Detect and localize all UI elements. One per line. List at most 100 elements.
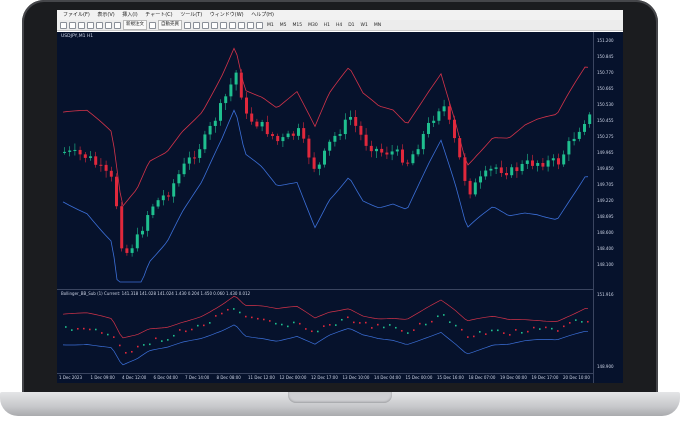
sub-marker	[587, 320, 589, 323]
horizontal-line-icon[interactable]	[211, 21, 218, 29]
candle-body	[333, 135, 337, 142]
candle-body	[551, 158, 555, 161]
candle-body	[83, 154, 87, 158]
candle-body	[286, 133, 290, 138]
candle-body	[494, 167, 498, 169]
candle-body	[307, 138, 311, 158]
menu-view[interactable]: 表示(V)	[97, 10, 114, 20]
navigator-icon[interactable]	[96, 21, 103, 29]
vertical-line-icon[interactable]	[202, 21, 209, 29]
candle-body	[489, 168, 493, 171]
market-watch-icon[interactable]	[78, 21, 85, 29]
subwindow-separator[interactable]	[57, 289, 593, 290]
timeframe-h1[interactable]: H1	[322, 23, 332, 28]
chart-symbol-caption: USDJPY,M1 H1	[61, 34, 94, 39]
sub-marker	[557, 330, 559, 332]
candle-body	[213, 120, 217, 126]
candle-body	[323, 150, 326, 165]
sub-marker	[203, 324, 205, 327]
price-label: 149.705	[597, 182, 614, 187]
metaeditor-icon[interactable]	[149, 21, 156, 29]
trendline-icon[interactable]	[220, 21, 227, 29]
sub-marker	[155, 337, 157, 340]
sub-marker	[329, 324, 331, 326]
menu-window[interactable]: ウィンドウ(W)	[210, 10, 244, 20]
sub-marker	[215, 315, 217, 317]
sub-marker	[383, 326, 385, 329]
auto-trade-button[interactable]: 自動売買	[158, 20, 182, 30]
sub-marker	[515, 329, 517, 331]
candle-body	[447, 106, 451, 120]
sub-marker	[449, 321, 451, 323]
candle-body	[364, 134, 368, 146]
candle-body	[63, 151, 66, 153]
timeframe-mn[interactable]: MN	[372, 23, 383, 28]
menu-chart[interactable]: チャート(C)	[145, 10, 172, 20]
channel-icon[interactable]	[229, 21, 236, 29]
sub-marker	[503, 332, 505, 334]
sub-marker	[395, 326, 397, 329]
timeframe-m5[interactable]: M5	[278, 23, 289, 28]
timeframe-h4[interactable]: H4	[334, 23, 344, 28]
sub-upper-band-line	[62, 295, 589, 339]
sub-marker	[263, 318, 265, 321]
candle-body	[187, 157, 191, 164]
price-label: 150.530	[597, 102, 614, 107]
sub-price-label: 148.900	[597, 364, 614, 369]
price-label: 148.695	[597, 214, 614, 219]
sub-marker	[209, 322, 211, 324]
candle-body	[291, 133, 295, 136]
text-icon[interactable]	[247, 21, 254, 29]
price-label: 148.100	[597, 262, 614, 267]
sub-marker	[323, 325, 325, 327]
tester-icon[interactable]	[114, 21, 121, 29]
time-label: 4 Dec 12:00	[122, 375, 147, 380]
sub-marker	[335, 324, 337, 326]
candle-body	[198, 149, 202, 158]
time-label: 12 Dec 00:00	[279, 375, 307, 380]
profiles-icon[interactable]	[69, 21, 76, 29]
sub-marker	[137, 345, 139, 348]
new-chart-icon[interactable]	[60, 21, 67, 29]
sub-marker	[527, 330, 529, 333]
cursor-icon[interactable]	[184, 21, 191, 29]
menu-help[interactable]: ヘルプ(H)	[251, 10, 274, 20]
candle-body	[520, 163, 524, 172]
timeframe-m15[interactable]: M15	[291, 23, 305, 28]
candle-body	[224, 96, 228, 104]
sub-marker	[167, 339, 169, 341]
crosshair-icon[interactable]	[193, 21, 200, 29]
candle-body	[484, 170, 488, 177]
timeframe-m30[interactable]: M30	[306, 23, 320, 28]
data-window-icon[interactable]	[87, 21, 94, 29]
sub-marker	[497, 329, 499, 332]
price-label: 148.400	[597, 246, 614, 251]
candle-body	[505, 172, 508, 176]
timeframe-d1[interactable]: D1	[346, 23, 356, 28]
candle-body	[401, 149, 404, 163]
timeframe-w1[interactable]: W1	[359, 23, 370, 28]
candle-body	[135, 234, 139, 249]
menu-tools[interactable]: ツール(T)	[180, 10, 202, 20]
price-label: 150.770	[597, 70, 614, 75]
candle-body	[458, 138, 462, 158]
terminal-icon[interactable]	[105, 21, 112, 29]
fibonacci-icon[interactable]	[238, 21, 245, 29]
candle-body	[515, 167, 519, 172]
sub-marker	[221, 312, 223, 315]
sub-marker	[563, 325, 565, 328]
price-scale[interactable]	[593, 32, 623, 383]
sub-marker	[455, 324, 457, 327]
price-chart[interactable]	[57, 32, 593, 383]
label-icon[interactable]	[256, 21, 263, 29]
timeframe-m1[interactable]: M1	[265, 23, 276, 28]
menu-file[interactable]: ファイル(F)	[63, 10, 90, 20]
candle-body	[229, 84, 233, 97]
sub-marker	[149, 343, 151, 346]
chart-window[interactable]: USDJPY,M1 H1 Bollinger_BB_Sub (1) Curren…	[57, 32, 623, 383]
candle-body	[167, 195, 170, 197]
price-label: 150.665	[597, 86, 614, 91]
menu-insert[interactable]: 挿入(I)	[122, 10, 137, 20]
new-order-button[interactable]: 新規注文	[123, 20, 147, 30]
sub-marker	[389, 324, 391, 326]
